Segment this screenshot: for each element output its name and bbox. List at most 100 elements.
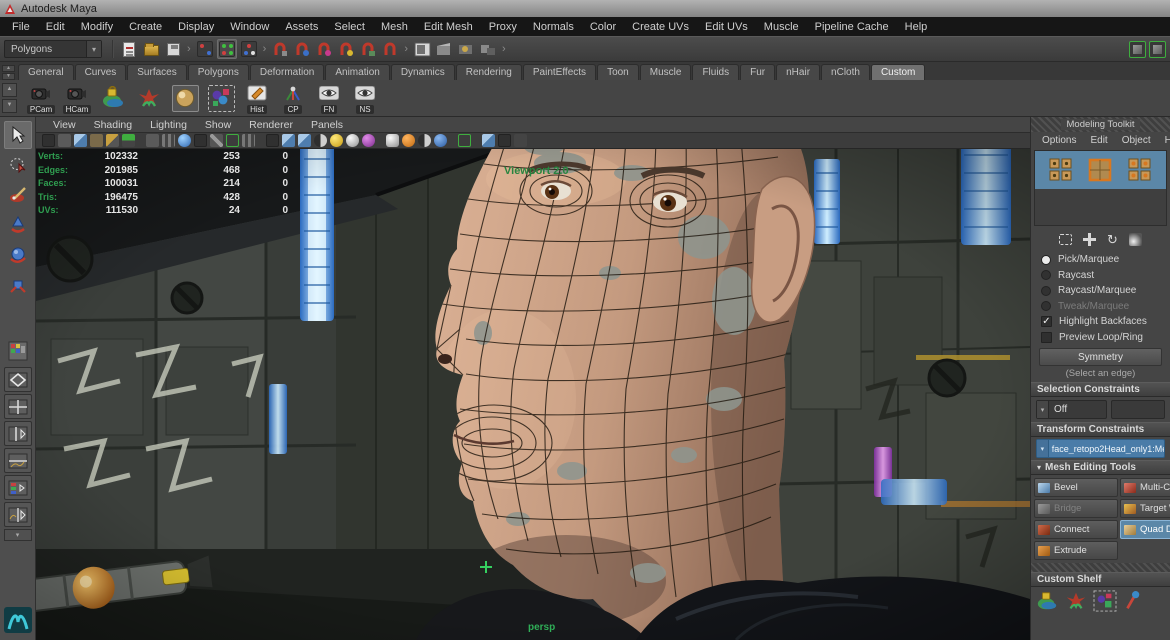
menu-create[interactable]: Create (121, 21, 170, 33)
constraint-dropdown[interactable]: ▾ Off (1036, 400, 1107, 419)
radio-button[interactable] (1041, 255, 1051, 265)
toolkit-menu-options[interactable]: Options (1035, 135, 1083, 146)
toggle-modeling-toolkit-button[interactable] (1149, 41, 1166, 58)
shelf-button-pcam[interactable]: PCam (25, 81, 57, 115)
custom-shelf-header[interactable]: Custom Shelf (1031, 572, 1170, 587)
layout-hypershade-button[interactable] (4, 475, 32, 500)
target-weld-button[interactable]: Target W (1120, 499, 1170, 518)
shelf-tab-animation[interactable]: Animation (325, 64, 389, 80)
toolkit-title-bar[interactable]: Modeling Toolkit (1031, 117, 1170, 132)
motion-blur-icon[interactable] (402, 134, 415, 147)
shelf-button-multi-tool[interactable] (205, 81, 237, 115)
render-settings-button[interactable] (478, 39, 498, 59)
starburst-icon[interactable] (1064, 590, 1088, 612)
rotate-tool-button[interactable] (4, 241, 32, 269)
pick-marquee-option[interactable]: Pick/Marquee (1031, 252, 1170, 268)
select-object-button[interactable] (217, 39, 237, 59)
layout-graph-persp-button[interactable] (4, 502, 32, 527)
toolkit-menu-help[interactable]: Help (1158, 135, 1170, 146)
multi-cut-button[interactable]: Multi-Cu (1120, 478, 1170, 497)
shelf-tab-down-icon[interactable]: ▼ (2, 73, 15, 80)
xray-joints-icon[interactable] (498, 134, 511, 147)
selection-constraints-header[interactable]: Selection Constraints (1031, 382, 1170, 397)
shelf-down-icon[interactable]: ▼ (2, 99, 17, 113)
shelf-button-ns[interactable]: NS (349, 81, 381, 115)
panel-menu-lighting[interactable]: Lighting (141, 119, 196, 131)
menu-edit-uvs[interactable]: Edit UVs (697, 21, 756, 33)
field-chart-icon[interactable] (178, 134, 191, 147)
extrude-button[interactable]: Extrude (1034, 541, 1118, 560)
move-icon[interactable] (1083, 233, 1096, 246)
select-camera-icon[interactable] (42, 134, 55, 147)
toolkit-menu-object[interactable]: Object (1115, 135, 1158, 146)
snap-projected-button[interactable] (336, 39, 356, 59)
xray-icon[interactable] (482, 134, 495, 147)
shelf-button-hand-tool[interactable] (97, 81, 129, 115)
panel-menu-shading[interactable]: Shading (85, 119, 142, 131)
radio-button[interactable] (1041, 270, 1051, 280)
shaded-mode-icon[interactable] (282, 134, 295, 147)
quad-draw-button[interactable]: Quad Dr (1120, 520, 1170, 539)
shelf-tab-spinner[interactable]: ▲ ▼ (2, 65, 15, 79)
menu-set-selector[interactable]: Polygons ▾ (4, 40, 102, 58)
menu-muscle[interactable]: Muscle (756, 21, 807, 33)
shelf-button-hist[interactable]: Hist (241, 81, 273, 115)
rotate-icon[interactable]: ↻ (1107, 233, 1118, 246)
shelf-scroll-widget[interactable]: ▲ ▼ (2, 83, 17, 113)
use-all-lights-icon[interactable] (314, 134, 327, 147)
grid-toggle-icon[interactable] (242, 134, 255, 147)
dashed-multi-icon[interactable] (1093, 590, 1117, 612)
silhouette-light-icon[interactable] (346, 134, 359, 147)
textured-mode-icon[interactable] (298, 134, 311, 147)
shelf-button-sphere-tool[interactable] (169, 81, 201, 115)
scale-tool-button[interactable] (4, 271, 32, 299)
menu-modify[interactable]: Modify (73, 21, 121, 33)
group-breaker[interactable]: › (263, 43, 267, 55)
render-view-button[interactable] (412, 39, 432, 59)
shelf-tab-up-icon[interactable]: ▲ (2, 65, 15, 72)
shelf-tab-ncloth[interactable]: nCloth (821, 64, 870, 80)
menu-assets[interactable]: Assets (277, 21, 326, 33)
menu-select[interactable]: Select (326, 21, 373, 33)
shelf-tab-fluids[interactable]: Fluids (692, 64, 739, 80)
paint-select-tool-button[interactable] (4, 181, 32, 209)
menu-edit[interactable]: Edit (38, 21, 73, 33)
constraint-secondary-dropdown[interactable] (1111, 400, 1165, 419)
safe-action-icon[interactable] (194, 134, 207, 147)
select-hierarchy-button[interactable] (195, 39, 215, 59)
layout-four-view-button[interactable] (4, 394, 32, 419)
render-current-frame-button[interactable] (434, 39, 454, 59)
shelf-tab-custom[interactable]: Custom (871, 64, 925, 80)
new-scene-button[interactable] (119, 39, 139, 59)
mesh-editing-tools-header[interactable]: ▾ Mesh Editing Tools (1031, 460, 1170, 475)
menu-normals[interactable]: Normals (525, 21, 582, 33)
menu-file[interactable]: File (4, 21, 38, 33)
panel-divider[interactable] (1031, 563, 1170, 572)
panel-menu-view[interactable]: View (44, 119, 85, 131)
snap-view-plane-button[interactable] (358, 39, 378, 59)
select-tool-button[interactable] (4, 121, 32, 149)
shelf-tab-nhair[interactable]: nHair (776, 64, 820, 80)
lock-camera-icon[interactable] (58, 134, 71, 147)
shelf-tab-painteffects[interactable]: PaintEffects (523, 64, 596, 80)
chevron-down-icon[interactable]: ▾ (1037, 401, 1049, 418)
move-tool-button[interactable] (4, 211, 32, 239)
menu-color[interactable]: Color (582, 21, 624, 33)
open-scene-button[interactable] (141, 39, 161, 59)
face-mode-button[interactable] (1127, 157, 1153, 183)
camera-attributes-icon[interactable] (74, 134, 87, 147)
menu-pipeline-cache[interactable]: Pipeline Cache (807, 21, 897, 33)
highlight-backfaces-option[interactable]: ✓ Highlight Backfaces (1031, 314, 1170, 330)
shelf-button-fn[interactable]: FN (313, 81, 345, 115)
layout-persp-outliner-button[interactable] (4, 421, 32, 446)
panel-menu-show[interactable]: Show (196, 119, 240, 131)
shelf-tab-rendering[interactable]: Rendering (456, 64, 522, 80)
menu-mesh[interactable]: Mesh (373, 21, 416, 33)
gate-mask-icon[interactable] (226, 134, 239, 147)
make-live-button[interactable] (380, 39, 400, 59)
shelf-tab-muscle[interactable]: Muscle (640, 64, 692, 80)
wireframe-mode-icon[interactable] (266, 134, 279, 147)
safe-title-icon[interactable] (210, 134, 223, 147)
shelf-button-cp[interactable]: CP (277, 81, 309, 115)
layout-single-persp-button[interactable] (4, 367, 32, 392)
